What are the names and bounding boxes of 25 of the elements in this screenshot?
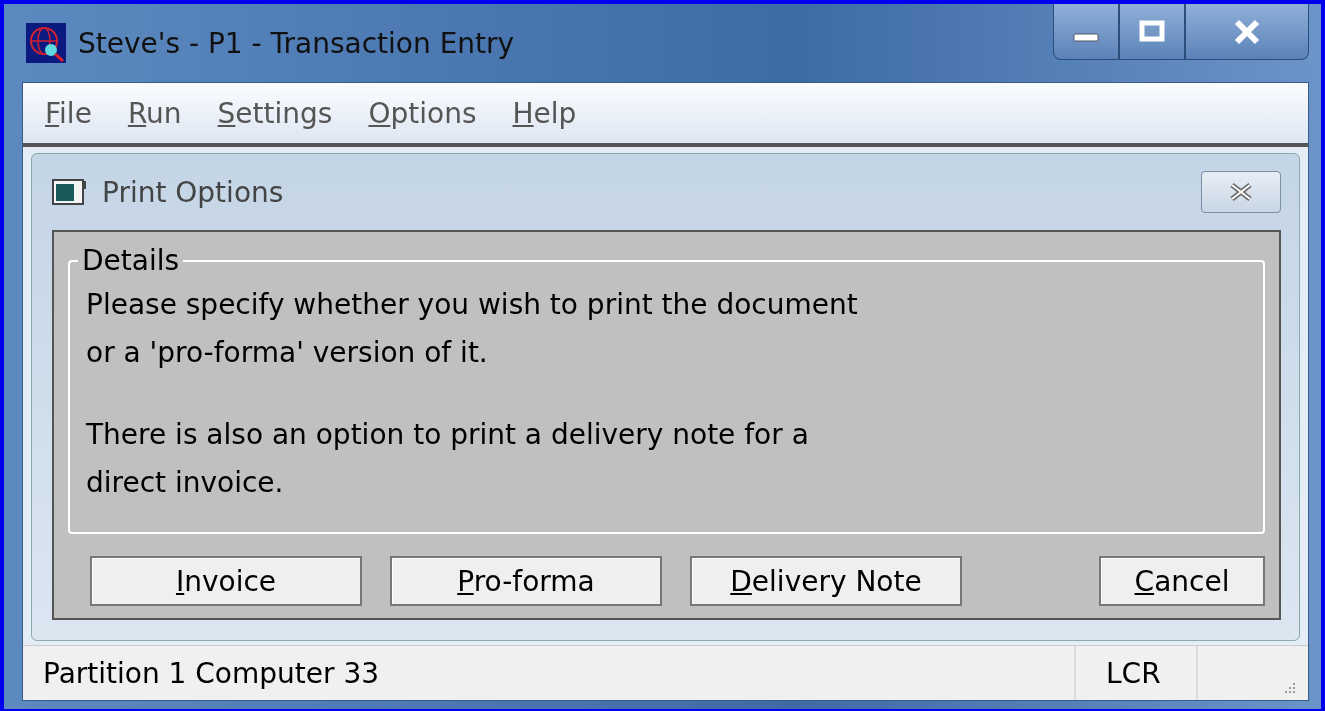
window-title: Steve's - P1 - Transaction Entry [78, 26, 515, 60]
maximize-icon [1137, 19, 1167, 44]
close-button[interactable] [1185, 4, 1309, 60]
resize-grip-icon[interactable] [1282, 680, 1296, 694]
minimize-icon [1073, 33, 1099, 42]
description-text: There is also an option to print a delivery note for a direct invoice. [86, 417, 810, 501]
minimize-button[interactable] [1053, 4, 1119, 60]
group-title: Details [81, 244, 181, 277]
dialog-button[interactable]: Delivery Note [690, 556, 962, 606]
dialog-button[interactable]: Cancel [1099, 556, 1265, 606]
menu-item[interactable]: Options [368, 96, 477, 130]
close-button[interactable] [1201, 171, 1281, 213]
description-text: Please specify whether you wish to print the document or a 'pro-forma' version of it. [86, 287, 859, 371]
dialog-button[interactable]: Invoice [90, 556, 362, 606]
menu-item[interactable]: Help [512, 96, 577, 130]
globe-magnifier-icon [26, 23, 66, 63]
menu-item[interactable]: File [45, 96, 92, 130]
menu-item[interactable]: Settings [217, 96, 333, 130]
dialog-title: Print Options [102, 175, 285, 209]
status-text: LCR [1074, 646, 1196, 700]
menu-item[interactable]: Run [127, 96, 182, 130]
dialog-button[interactable]: Pro-forma [390, 556, 662, 606]
window-icon [52, 179, 88, 205]
status-text: Partition 1 Computer 33 [42, 656, 381, 690]
maximize-button[interactable] [1119, 4, 1185, 60]
